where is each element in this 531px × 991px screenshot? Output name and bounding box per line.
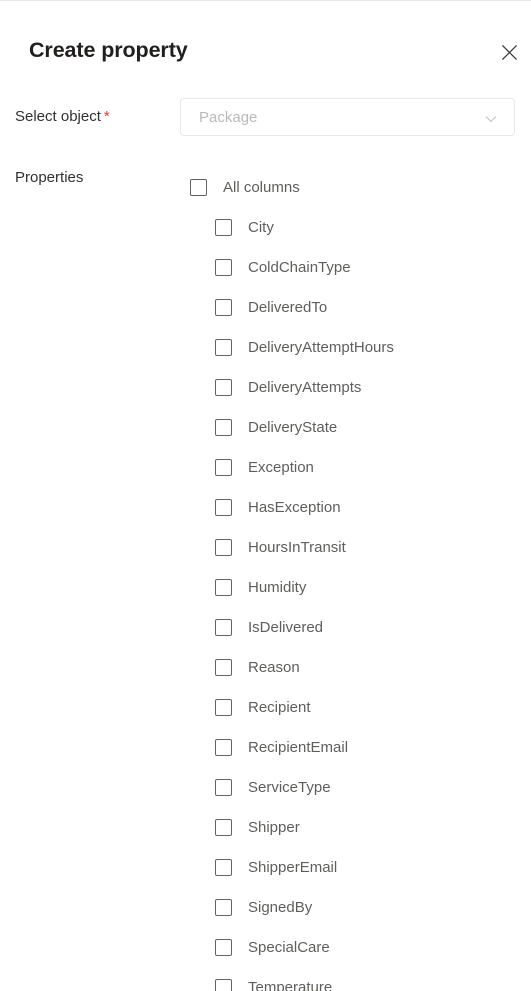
create-property-panel: Create property Select object * Package P… [0, 0, 531, 991]
close-button[interactable] [493, 36, 525, 68]
checkbox-specialcare[interactable] [215, 938, 232, 956]
checkbox-row[interactable]: HoursInTransit [0, 527, 531, 567]
checkbox-exception[interactable] [215, 458, 232, 476]
required-asterisk: * [103, 108, 110, 125]
select-object-label: Select object * [15, 108, 110, 125]
checkbox-shipperemail[interactable] [215, 858, 232, 876]
chevron-down-icon [484, 112, 498, 126]
checkbox-row[interactable]: DeliveryAttempts [0, 367, 531, 407]
checkbox-label: DeliveryAttemptHours [248, 338, 394, 356]
checkbox-row[interactable]: SpecialCare [0, 927, 531, 967]
checkbox-label: DeliveryState [248, 418, 338, 436]
checkbox-shipper[interactable] [215, 818, 232, 836]
page-title: Create property [29, 38, 188, 62]
checkbox-row[interactable]: ColdChainType [0, 247, 531, 287]
checkbox-row[interactable]: City [0, 207, 531, 247]
object-select-dropdown[interactable]: Package [180, 98, 515, 136]
checkbox-label: Recipient [248, 698, 311, 716]
checkbox-label: HoursInTransit [248, 538, 346, 556]
checkbox-temperature[interactable] [215, 978, 232, 991]
checkbox-label: All columns [223, 178, 300, 196]
checkbox-recipientemail[interactable] [215, 738, 232, 756]
select-object-row: Select object * Package [0, 98, 531, 138]
checkbox-row[interactable]: RecipientEmail [0, 727, 531, 767]
checkbox-label: ShipperEmail [248, 858, 338, 876]
checkbox-label: HasException [248, 498, 341, 516]
checkbox-label: Shipper [248, 818, 300, 836]
checkbox-row[interactable]: Humidity [0, 567, 531, 607]
checkbox-coldchaintype[interactable] [215, 258, 232, 276]
checkbox-deliveryattempts[interactable] [215, 378, 232, 396]
checkbox-servicetype[interactable] [215, 778, 232, 796]
checkbox-city[interactable] [215, 218, 232, 236]
checkbox-row[interactable]: Reason [0, 647, 531, 687]
checkbox-row[interactable]: ShipperEmail [0, 847, 531, 887]
checkbox-label: Temperature [248, 978, 333, 991]
checkbox-signedby[interactable] [215, 898, 232, 916]
select-object-label-text: Select object [15, 108, 101, 125]
checkbox-label: Humidity [248, 578, 307, 596]
checkbox-label: SignedBy [248, 898, 313, 916]
checkbox-label: ColdChainType [248, 258, 351, 276]
checkbox-row[interactable]: Temperature [0, 967, 531, 991]
checkbox-deliveryattempthours[interactable] [215, 338, 232, 356]
checkbox-hoursintransit[interactable] [215, 538, 232, 556]
checkbox-row[interactable]: Shipper [0, 807, 531, 847]
checkbox-row[interactable]: DeliveryState [0, 407, 531, 447]
checkbox-label: DeliveryAttempts [248, 378, 362, 396]
checkbox-row[interactable]: DeliveryAttemptHours [0, 327, 531, 367]
checkbox-row[interactable]: Exception [0, 447, 531, 487]
checkbox-label: SpecialCare [248, 938, 330, 956]
checkbox-reason[interactable] [215, 658, 232, 676]
checkbox-row[interactable]: IsDelivered [0, 607, 531, 647]
checkbox-row[interactable]: HasException [0, 487, 531, 527]
checkbox-isdelivered[interactable] [215, 618, 232, 636]
checkbox-row[interactable]: DeliveredTo [0, 287, 531, 327]
checkbox-hasexception[interactable] [215, 498, 232, 516]
checkbox-label: ServiceType [248, 778, 331, 796]
checkbox-label: RecipientEmail [248, 738, 349, 756]
checkbox-deliveredto[interactable] [215, 298, 232, 316]
checkbox-row-all-columns[interactable]: All columns [0, 167, 531, 207]
close-icon [501, 44, 518, 61]
checkbox-label: DeliveredTo [248, 298, 328, 316]
panel-header: Create property [0, 1, 531, 93]
checkbox-label: Reason [248, 658, 300, 676]
checkbox-label: Exception [248, 458, 314, 476]
properties-checkbox-list: All columns City ColdChainType DeliveredTo D… [0, 167, 531, 991]
checkbox-row[interactable]: Recipient [0, 687, 531, 727]
checkbox-label: City [248, 218, 274, 236]
checkbox-all-columns[interactable] [190, 178, 207, 196]
checkbox-label: IsDelivered [248, 618, 324, 636]
checkbox-deliverystate[interactable] [215, 418, 232, 436]
checkbox-humidity[interactable] [215, 578, 232, 596]
checkbox-row[interactable]: SignedBy [0, 887, 531, 927]
object-select-value: Package [199, 109, 258, 126]
checkbox-row[interactable]: ServiceType [0, 767, 531, 807]
checkbox-recipient[interactable] [215, 698, 232, 716]
